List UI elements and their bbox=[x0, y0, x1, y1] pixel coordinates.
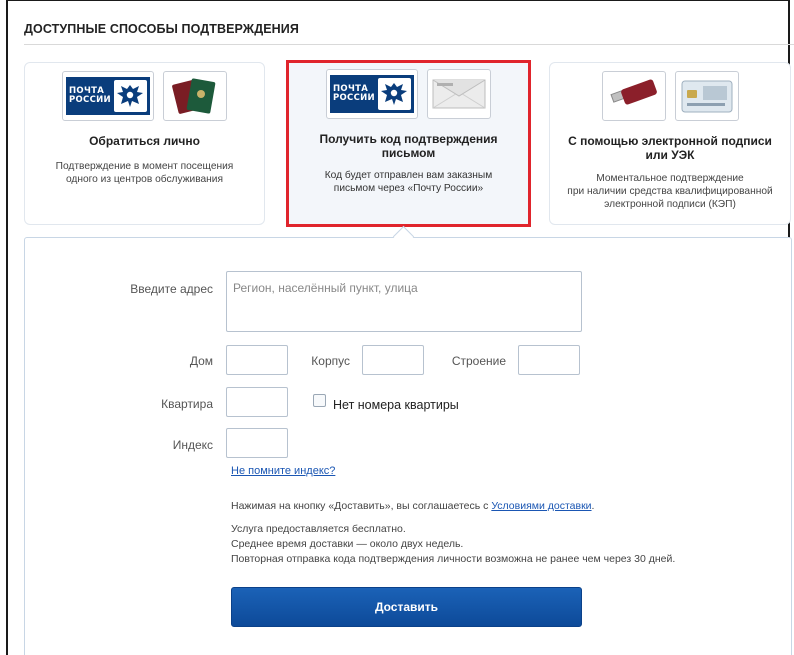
uek-card-icon bbox=[674, 71, 739, 121]
no-apartment-label[interactable]: Нет номера квартиры bbox=[333, 398, 459, 412]
info-line: Среднее время доставки — около двух неде… bbox=[231, 538, 464, 550]
section-title: ДОСТУПНЫЕ СПОСОБЫ ПОДТВЕРЖДЕНИЯ bbox=[24, 22, 299, 36]
card-desc-line: электронной подписи (КЭП) bbox=[604, 199, 736, 210]
eagle-emblem-icon bbox=[113, 80, 147, 112]
info-line: Услуга предоставляется бесплатно. bbox=[231, 523, 406, 535]
no-apartment-checkbox[interactable] bbox=[313, 394, 326, 407]
address-label: Введите адрес bbox=[130, 282, 213, 296]
house-label: Дом bbox=[189, 354, 213, 368]
structure-input[interactable] bbox=[518, 345, 580, 375]
card-desc-line: Подтверждение в момент посещения bbox=[55, 161, 234, 172]
card-desc-line: при наличии средства квалифицированной bbox=[567, 186, 773, 197]
card-title-line: письмом bbox=[381, 146, 436, 160]
service-info: Услуга предоставляется бесплатно. Средне… bbox=[231, 522, 675, 567]
address-input[interactable]: Регион, населённый пункт, улица bbox=[226, 271, 582, 332]
structure-label: Строение bbox=[451, 354, 506, 368]
usb-token-icon bbox=[601, 71, 666, 121]
forgot-index-link[interactable]: Не помните индекс? bbox=[231, 465, 335, 477]
method-card-in-person[interactable]: ПОЧТА РОССИИ Обратиться лично Подтвержден… bbox=[24, 62, 265, 225]
apartment-input[interactable] bbox=[226, 387, 288, 417]
card-title-line: или УЭК bbox=[645, 148, 695, 162]
card-title: Обратиться лично bbox=[89, 134, 200, 148]
passport-icon bbox=[163, 71, 227, 121]
agreement-text-start: Нажимая на кнопку «Доставить», вы соглаш… bbox=[231, 500, 492, 512]
building-input[interactable] bbox=[362, 345, 424, 375]
agreement-text-end: . bbox=[591, 500, 595, 512]
card-desc-line: одного из центров обслуживания bbox=[65, 174, 224, 185]
card-title-line: С помощью электронной подписи bbox=[568, 134, 772, 148]
delivery-terms-link[interactable]: Условиями доставки bbox=[491, 500, 591, 512]
house-input[interactable] bbox=[226, 345, 288, 375]
card-title-line: Получить код подтверждения bbox=[319, 132, 498, 146]
index-input[interactable] bbox=[226, 428, 288, 458]
title-divider bbox=[24, 44, 794, 45]
address-placeholder: Регион, населённый пункт, улица bbox=[233, 281, 418, 295]
card-desc-line: Код будет отправлен вам заказным bbox=[324, 170, 493, 181]
method-card-e-signature[interactable]: С помощью электронной подписи или УЭК Мо… bbox=[549, 62, 791, 225]
card-desc-line: Моментальное подтверждение bbox=[596, 173, 744, 184]
logo-text-line2: РОССИИ bbox=[333, 93, 375, 103]
pochta-rossii-logo: ПОЧТА РОССИИ bbox=[326, 69, 418, 119]
deliver-button[interactable]: Доставить bbox=[231, 587, 582, 627]
envelope-icon bbox=[427, 69, 491, 119]
card-desc-line: письмом через «Почту России» bbox=[333, 183, 484, 194]
apartment-label: Квартира bbox=[161, 397, 213, 411]
logo-text-line2: РОССИИ bbox=[69, 95, 111, 105]
pochta-rossii-logo: ПОЧТА РОССИИ bbox=[62, 71, 154, 121]
method-card-by-mail[interactable]: ПОЧТА РОССИИ Получить код подтверждения п… bbox=[286, 60, 531, 227]
agreement-text: Нажимая на кнопку «Доставить», вы соглаш… bbox=[231, 500, 594, 512]
index-label: Индекс bbox=[172, 438, 213, 452]
info-line: Повторная отправка кода подтверждения ли… bbox=[231, 553, 676, 565]
building-label: Корпус bbox=[311, 354, 350, 368]
eagle-emblem-icon bbox=[377, 78, 411, 110]
